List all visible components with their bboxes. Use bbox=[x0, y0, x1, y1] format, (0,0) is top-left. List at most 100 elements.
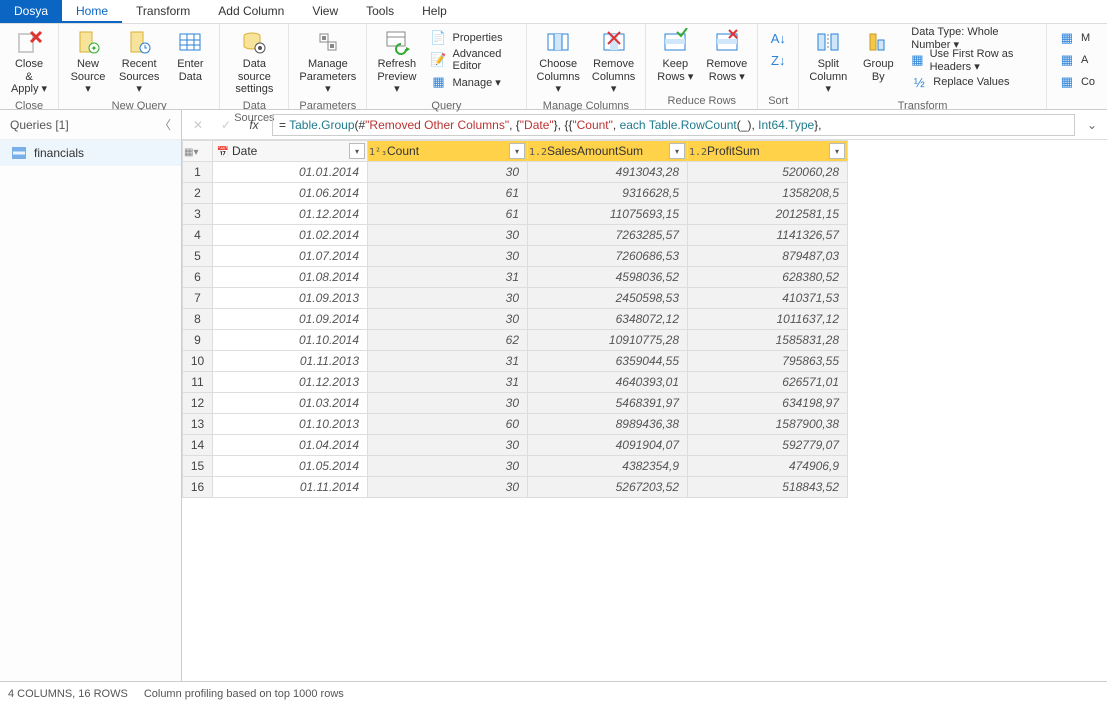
cell-date[interactable]: 01.08.2014 bbox=[213, 267, 368, 288]
table-row[interactable]: 101.01.2014304913043,28520060,28 bbox=[183, 162, 848, 183]
cell-profit[interactable]: 879487,03 bbox=[688, 246, 848, 267]
cell-sales[interactable]: 2450598,53 bbox=[528, 288, 688, 309]
menu-add-column[interactable]: Add Column bbox=[204, 0, 298, 23]
choose-columns-button[interactable]: Choose Columns ▾ bbox=[531, 26, 586, 98]
recent-sources-button[interactable]: Recent Sources ▾ bbox=[113, 26, 165, 98]
cell-sales[interactable]: 8989436,38 bbox=[528, 414, 688, 435]
row-number[interactable]: 8 bbox=[183, 309, 213, 330]
cell-count[interactable]: 30 bbox=[368, 456, 528, 477]
cell-sales[interactable]: 4640393,01 bbox=[528, 372, 688, 393]
group-by-button[interactable]: Group By bbox=[853, 26, 903, 85]
column-header-sales[interactable]: 1.2SalesAmountSum▾ bbox=[528, 141, 688, 162]
cell-date[interactable]: 01.12.2014 bbox=[213, 204, 368, 225]
cell-date[interactable]: 01.03.2014 bbox=[213, 393, 368, 414]
menu-home[interactable]: Home bbox=[62, 0, 122, 23]
cell-date[interactable]: 01.11.2013 bbox=[213, 351, 368, 372]
row-number[interactable]: 2 bbox=[183, 183, 213, 204]
cell-sales[interactable]: 4091904,07 bbox=[528, 435, 688, 456]
formula-input[interactable]: = Table.Group(#"Removed Other Columns", … bbox=[272, 114, 1075, 136]
select-all-corner[interactable]: ▦▾ bbox=[183, 141, 213, 162]
cell-count[interactable]: 61 bbox=[368, 183, 528, 204]
row-number[interactable]: 3 bbox=[183, 204, 213, 225]
cell-count[interactable]: 30 bbox=[368, 477, 528, 498]
cell-count[interactable]: 30 bbox=[368, 225, 528, 246]
row-number[interactable]: 13 bbox=[183, 414, 213, 435]
filter-button-profit[interactable]: ▾ bbox=[829, 143, 845, 159]
row-number[interactable]: 10 bbox=[183, 351, 213, 372]
advanced-editor-button[interactable]: 📝Advanced Editor bbox=[426, 50, 517, 70]
sort-asc-button[interactable]: A↓ bbox=[766, 28, 790, 48]
enter-data-button[interactable]: Enter Data bbox=[165, 26, 215, 85]
cell-count[interactable]: 30 bbox=[368, 288, 528, 309]
cell-sales[interactable]: 4913043,28 bbox=[528, 162, 688, 183]
row-number[interactable]: 6 bbox=[183, 267, 213, 288]
row-number[interactable]: 16 bbox=[183, 477, 213, 498]
cell-profit[interactable]: 1358208,5 bbox=[688, 183, 848, 204]
menu-transform[interactable]: Transform bbox=[122, 0, 204, 23]
table-row[interactable]: 1401.04.2014304091904,07592779,07 bbox=[183, 435, 848, 456]
menu-file[interactable]: Dosya bbox=[0, 0, 62, 23]
row-number[interactable]: 7 bbox=[183, 288, 213, 309]
cell-date[interactable]: 01.09.2013 bbox=[213, 288, 368, 309]
cell-profit[interactable]: 592779,07 bbox=[688, 435, 848, 456]
properties-button[interactable]: 📄Properties bbox=[426, 28, 517, 48]
row-number[interactable]: 5 bbox=[183, 246, 213, 267]
remove-columns-button[interactable]: Remove Columns ▾ bbox=[586, 26, 641, 98]
cell-count[interactable]: 30 bbox=[368, 162, 528, 183]
column-header-date[interactable]: 📅Date▾ bbox=[213, 141, 368, 162]
cell-count[interactable]: 31 bbox=[368, 372, 528, 393]
cell-date[interactable]: 01.09.2014 bbox=[213, 309, 368, 330]
cell-profit[interactable]: 795863,55 bbox=[688, 351, 848, 372]
cell-date[interactable]: 01.04.2014 bbox=[213, 435, 368, 456]
new-source-button[interactable]: ✦ New Source ▾ bbox=[63, 26, 113, 98]
table-row[interactable]: 1201.03.2014305468391,97634198,97 bbox=[183, 393, 848, 414]
data-grid[interactable]: ▦▾ 📅Date▾ 1²₃Count▾ 1.2SalesAmountSum▾ 1… bbox=[182, 140, 1107, 681]
cell-date[interactable]: 01.07.2014 bbox=[213, 246, 368, 267]
refresh-preview-button[interactable]: Refresh Preview ▾ bbox=[371, 26, 422, 98]
row-number[interactable]: 12 bbox=[183, 393, 213, 414]
cell-profit[interactable]: 628380,52 bbox=[688, 267, 848, 288]
cell-date[interactable]: 01.01.2014 bbox=[213, 162, 368, 183]
cell-date[interactable]: 01.10.2013 bbox=[213, 414, 368, 435]
cell-sales[interactable]: 6348072,12 bbox=[528, 309, 688, 330]
cell-profit[interactable]: 1141326,57 bbox=[688, 225, 848, 246]
table-row[interactable]: 1301.10.2013608989436,381587900,38 bbox=[183, 414, 848, 435]
cell-sales[interactable]: 6359044,55 bbox=[528, 351, 688, 372]
formula-commit-button[interactable]: ✓ bbox=[216, 118, 236, 132]
cell-sales[interactable]: 5267203,52 bbox=[528, 477, 688, 498]
cell-sales[interactable]: 10910775,28 bbox=[528, 330, 688, 351]
table-row[interactable]: 901.10.20146210910775,281585831,28 bbox=[183, 330, 848, 351]
cell-date[interactable]: 01.11.2014 bbox=[213, 477, 368, 498]
cell-count[interactable]: 30 bbox=[368, 246, 528, 267]
manage-parameters-button[interactable]: Manage Parameters ▾ bbox=[293, 26, 362, 98]
row-number[interactable]: 15 bbox=[183, 456, 213, 477]
cell-profit[interactable]: 518843,52 bbox=[688, 477, 848, 498]
cell-count[interactable]: 30 bbox=[368, 309, 528, 330]
formula-cancel-button[interactable]: ✕ bbox=[188, 118, 208, 132]
data-type-button[interactable]: Data Type: Whole Number ▾ bbox=[907, 28, 1038, 48]
overflow-3[interactable]: ▦Co bbox=[1055, 72, 1099, 92]
table-row[interactable]: 301.12.20146111075693,152012581,15 bbox=[183, 204, 848, 225]
table-row[interactable]: 801.09.2014306348072,121011637,12 bbox=[183, 309, 848, 330]
cell-profit[interactable]: 2012581,15 bbox=[688, 204, 848, 225]
cell-sales[interactable]: 7263285,57 bbox=[528, 225, 688, 246]
split-column-button[interactable]: Split Column ▾ bbox=[803, 26, 853, 98]
table-row[interactable]: 401.02.2014307263285,571141326,57 bbox=[183, 225, 848, 246]
row-number[interactable]: 4 bbox=[183, 225, 213, 246]
cell-date[interactable]: 01.05.2014 bbox=[213, 456, 368, 477]
cell-date[interactable]: 01.10.2014 bbox=[213, 330, 368, 351]
cell-count[interactable]: 30 bbox=[368, 393, 528, 414]
table-row[interactable]: 1501.05.2014304382354,9474906,9 bbox=[183, 456, 848, 477]
table-row[interactable]: 1101.12.2013314640393,01626571,01 bbox=[183, 372, 848, 393]
cell-sales[interactable]: 9316628,5 bbox=[528, 183, 688, 204]
cell-count[interactable]: 30 bbox=[368, 435, 528, 456]
column-header-count[interactable]: 1²₃Count▾ bbox=[368, 141, 528, 162]
filter-button-date[interactable]: ▾ bbox=[349, 143, 365, 159]
cell-sales[interactable]: 4382354,9 bbox=[528, 456, 688, 477]
cell-date[interactable]: 01.02.2014 bbox=[213, 225, 368, 246]
cell-profit[interactable]: 474906,9 bbox=[688, 456, 848, 477]
cell-count[interactable]: 31 bbox=[368, 351, 528, 372]
table-row[interactable]: 601.08.2014314598036,52628380,52 bbox=[183, 267, 848, 288]
first-row-headers-button[interactable]: ▦Use First Row as Headers ▾ bbox=[907, 50, 1038, 70]
cell-date[interactable]: 01.06.2014 bbox=[213, 183, 368, 204]
